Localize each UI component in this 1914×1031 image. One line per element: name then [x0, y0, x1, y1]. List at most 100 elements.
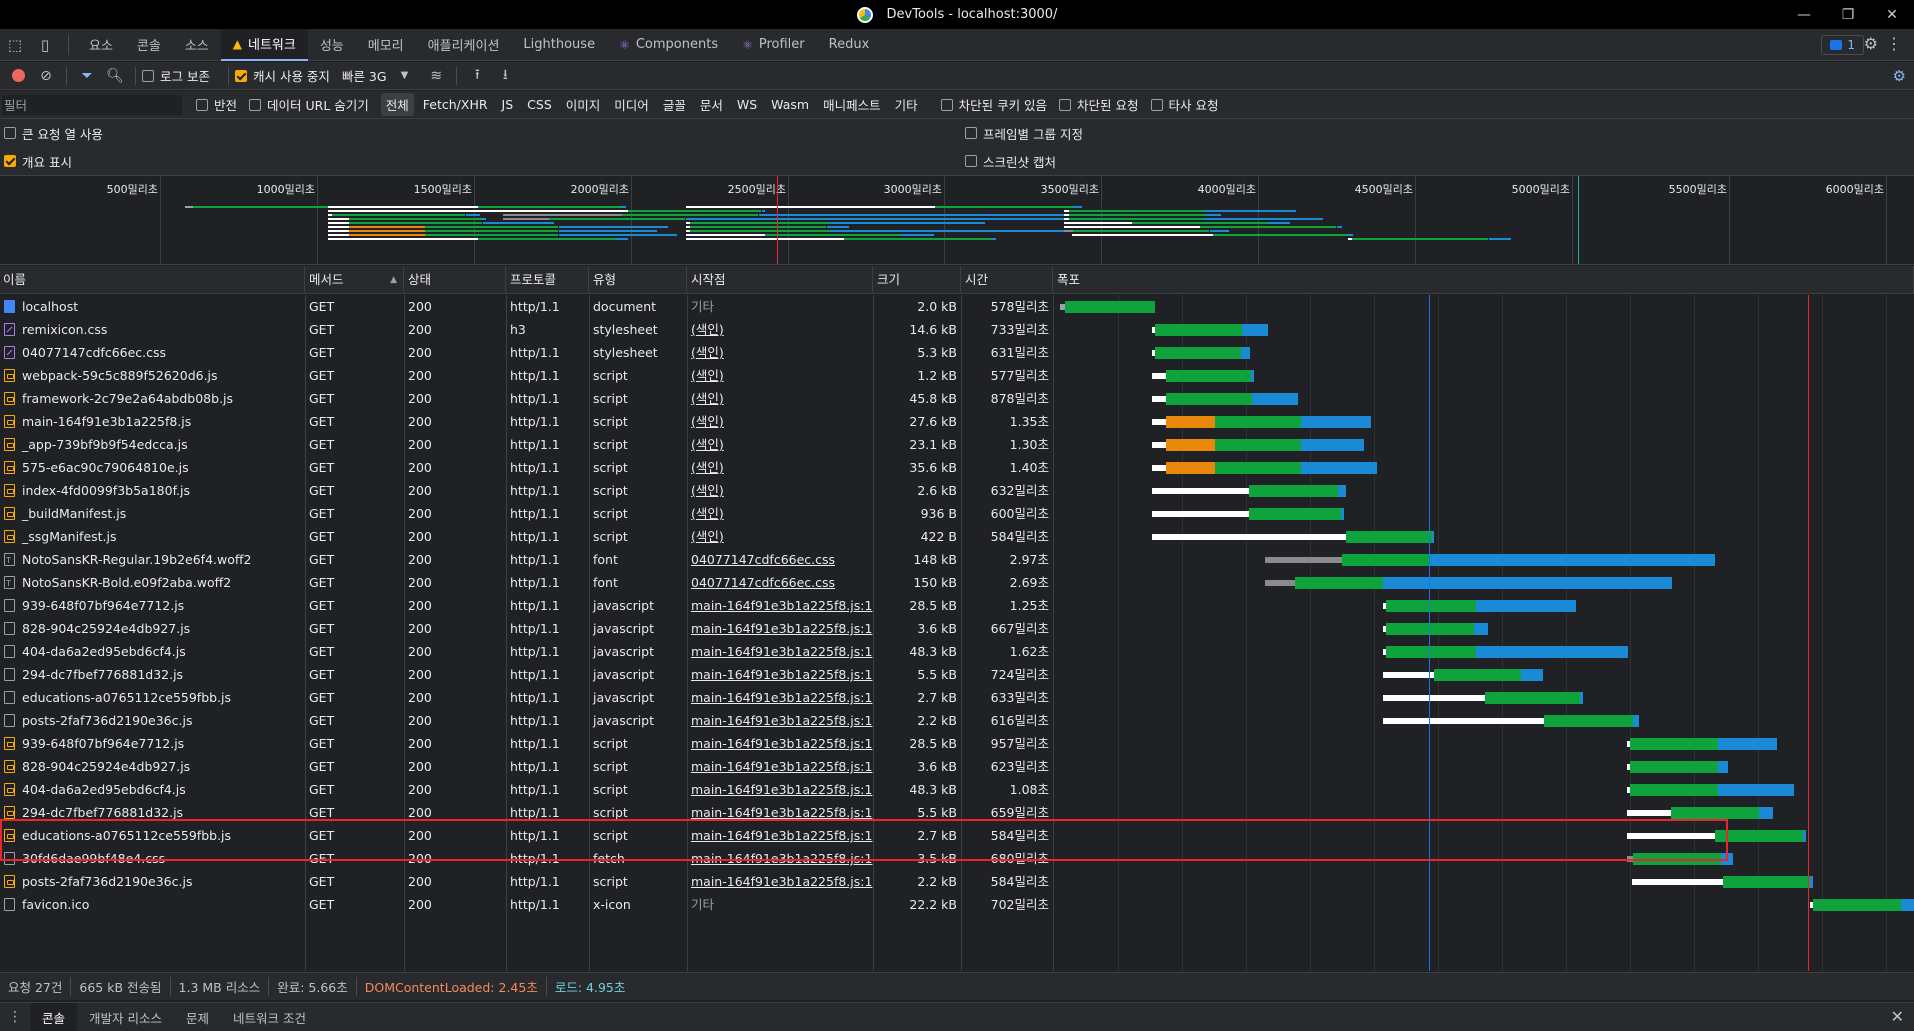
- third-party-checkbox[interactable]: 타사 요청: [1150, 95, 1219, 114]
- request-name[interactable]: framework-2c79e2a64abdb08b.js: [0, 387, 305, 410]
- big-request-rows-checkbox[interactable]: 큰 요청 열 사용: [4, 124, 103, 143]
- table-row[interactable]: NotoSansKR-Regular.19b2e6f4.woff2 GET 200 h…: [0, 548, 1914, 571]
- request-initiator[interactable]: (색인): [688, 341, 873, 364]
- request-initiator[interactable]: main-164f91e3b1a225f8.js:1: [688, 663, 873, 686]
- table-row[interactable]: 04077147cdfc66ec.css GET 200 http/1.1 styles…: [0, 341, 1914, 364]
- inspect-element-icon[interactable]: ⬚: [0, 29, 30, 61]
- request-name[interactable]: 828-904c25924e4db927.js: [0, 617, 305, 640]
- disable-cache-checkbox[interactable]: 캐시 사용 중지: [234, 66, 330, 85]
- table-row[interactable]: 404-da6a2ed95ebd6cf4.js GET 200 http/1.1 scr…: [0, 778, 1914, 801]
- request-initiator[interactable]: main-164f91e3b1a225f8.js:1: [688, 824, 873, 847]
- checkbox-box[interactable]: [142, 69, 154, 82]
- table-row[interactable]: 294-dc7fbef776881d32.js GET 200 http/1.1 jav…: [0, 663, 1914, 686]
- request-name[interactable]: _buildManifest.js: [0, 502, 305, 525]
- filter-type-6[interactable]: 글꼴: [658, 93, 691, 116]
- filter-type-11[interactable]: 기타: [890, 93, 923, 116]
- column-header-method[interactable]: 메서드 ▲: [306, 266, 404, 294]
- table-row[interactable]: posts-2faf736d2190e36c.js GET 200 http/1.1 j…: [0, 709, 1914, 732]
- request-name[interactable]: 939-648f07bf964e7712.js: [0, 732, 305, 755]
- filter-type-9[interactable]: Wasm: [766, 95, 814, 114]
- request-name[interactable]: favicon.ico: [0, 893, 305, 916]
- request-name[interactable]: educations-a0765112ce559fbb.js: [0, 824, 305, 847]
- table-row[interactable]: main-164f91e3b1a225f8.js GET 200 http/1.1 sc…: [0, 410, 1914, 433]
- maximize-icon[interactable]: ❐: [1826, 0, 1870, 29]
- throttle-select[interactable]: 빠른 3G ▼: [342, 66, 408, 85]
- drawer-tab-3[interactable]: 네트워크 조건: [221, 1003, 318, 1031]
- table-row[interactable]: _ssgManifest.js GET 200 http/1.1 script (색인) 4…: [0, 525, 1914, 548]
- table-row[interactable]: webpack-59c5c889f52620d6.js GET 200 http/1.…: [0, 364, 1914, 387]
- group-by-frame-checkbox[interactable]: 프레임별 그룹 지정: [965, 124, 1083, 143]
- request-name[interactable]: posts-2faf736d2190e36c.js: [0, 709, 305, 732]
- drawer-tab-1[interactable]: 개발자 리소스: [77, 1003, 174, 1031]
- checkbox-box[interactable]: [4, 127, 16, 139]
- tab-9[interactable]: ⚛ Profiler: [730, 29, 817, 61]
- request-initiator[interactable]: (색인): [688, 364, 873, 387]
- table-row[interactable]: 294-dc7fbef776881d32.js GET 200 http/1.1 scr…: [0, 801, 1914, 824]
- request-initiator[interactable]: main-164f91e3b1a225f8.js:1: [688, 870, 873, 893]
- request-name[interactable]: 404-da6a2ed95ebd6cf4.js: [0, 640, 305, 663]
- request-name[interactable]: 294-dc7fbef776881d32.js: [0, 801, 305, 824]
- request-initiator[interactable]: (색인): [688, 433, 873, 456]
- request-name[interactable]: _ssgManifest.js: [0, 525, 305, 548]
- tab-6[interactable]: 애플리케이션: [416, 29, 512, 61]
- request-initiator[interactable]: main-164f91e3b1a225f8.js:1: [688, 709, 873, 732]
- tab-10[interactable]: Redux: [817, 29, 882, 61]
- blocked-requests-checkbox[interactable]: 차단된 요청: [1059, 95, 1139, 114]
- request-name[interactable]: main-164f91e3b1a225f8.js: [0, 410, 305, 433]
- tab-2[interactable]: 소스: [173, 29, 221, 61]
- request-initiator[interactable]: main-164f91e3b1a225f8.js:1: [688, 778, 873, 801]
- tab-3[interactable]: ▲ 네트워크: [220, 28, 308, 61]
- request-name[interactable]: educations-a0765112ce559fbb.js: [0, 686, 305, 709]
- request-name[interactable]: 404-da6a2ed95ebd6cf4.js: [0, 778, 305, 801]
- request-name[interactable]: posts-2faf736d2190e36c.js: [0, 870, 305, 893]
- filter-input[interactable]: 필터: [2, 94, 182, 115]
- request-initiator[interactable]: (색인): [688, 318, 873, 341]
- request-initiator[interactable]: (색인): [688, 525, 873, 548]
- settings-gear-icon[interactable]: ⚙: [1864, 34, 1878, 53]
- blocked-cookies-checkbox[interactable]: 차단된 쿠키 있음: [940, 95, 1047, 114]
- table-row[interactable]: NotoSansKR-Bold.e09f2aba.woff2 GET 200 http…: [0, 571, 1914, 594]
- request-initiator[interactable]: 04077147cdfc66ec.css: [688, 571, 873, 594]
- filter-type-0[interactable]: 전체: [380, 93, 414, 116]
- request-initiator[interactable]: main-164f91e3b1a225f8.js:1: [688, 686, 873, 709]
- request-name[interactable]: NotoSansKR-Bold.e09f2aba.woff2: [0, 571, 305, 594]
- checkbox-box[interactable]: [234, 69, 247, 82]
- table-row[interactable]: _buildManifest.js GET 200 http/1.1 script (색인…: [0, 502, 1914, 525]
- table-row[interactable]: 939-648f07bf964e7712.js GET 200 http/1.1 jav…: [0, 594, 1914, 617]
- network-settings-gear-icon[interactable]: ⚙: [1893, 67, 1906, 85]
- hide-data-urls-checkbox[interactable]: 데이터 URL 숨기기: [249, 95, 369, 114]
- tab-8[interactable]: ⚛ Components: [607, 29, 730, 61]
- preserve-log-checkbox[interactable]: 로그 보존: [142, 66, 210, 85]
- checkbox-box[interactable]: [249, 98, 262, 111]
- import-har-icon[interactable]: ⭱: [463, 62, 491, 90]
- table-row[interactable]: 828-904c25924e4db927.js GET 200 http/1.1 jav…: [0, 617, 1914, 640]
- table-row[interactable]: localhost GET 200 http/1.1 document 기타 2.0 kB 5…: [0, 295, 1914, 318]
- checkbox-box[interactable]: [4, 155, 16, 167]
- table-row[interactable]: favicon.ico GET 200 http/1.1 x-icon 기타 22.2 kB…: [0, 893, 1914, 916]
- filter-type-3[interactable]: CSS: [522, 95, 557, 114]
- tab-7[interactable]: Lighthouse: [511, 29, 607, 61]
- table-row[interactable]: educations-a0765112ce559fbb.js GET 200 http…: [0, 686, 1914, 709]
- filter-type-8[interactable]: WS: [732, 95, 762, 114]
- network-overview[interactable]: 500밀리초 1000밀리초 1500밀리초 2000밀리초 2500밀리초 3000밀리…: [0, 175, 1914, 265]
- filter-type-10[interactable]: 매니페스트: [818, 93, 886, 116]
- request-name[interactable]: webpack-59c5c889f52620d6.js: [0, 364, 305, 387]
- request-name[interactable]: 30fd6dae99bf48e4.css: [0, 847, 305, 870]
- drawer-menu-icon[interactable]: ⋮: [0, 1009, 30, 1025]
- column-header-waterfall[interactable]: 폭포: [1054, 266, 1914, 294]
- device-toolbar-icon[interactable]: ▯: [30, 29, 60, 61]
- checkbox-box[interactable]: [940, 98, 953, 111]
- export-har-icon[interactable]: ⭳: [491, 62, 519, 90]
- checkbox-box[interactable]: [1150, 98, 1163, 111]
- request-initiator[interactable]: main-164f91e3b1a225f8.js:1: [688, 732, 873, 755]
- table-row[interactable]: posts-2faf736d2190e36c.js GET 200 http/1.1 s…: [0, 870, 1914, 893]
- filter-type-7[interactable]: 문서: [695, 93, 728, 116]
- tab-1[interactable]: 콘솔: [125, 29, 173, 61]
- column-header-status[interactable]: 상태: [405, 266, 506, 294]
- request-initiator[interactable]: main-164f91e3b1a225f8.js:1: [688, 801, 873, 824]
- filter-type-2[interactable]: JS: [497, 95, 519, 114]
- request-name[interactable]: 04077147cdfc66ec.css: [0, 341, 305, 364]
- checkbox-box[interactable]: [965, 155, 977, 167]
- more-options-icon[interactable]: ⋮: [1886, 34, 1902, 53]
- column-header-name[interactable]: 이름: [0, 266, 305, 294]
